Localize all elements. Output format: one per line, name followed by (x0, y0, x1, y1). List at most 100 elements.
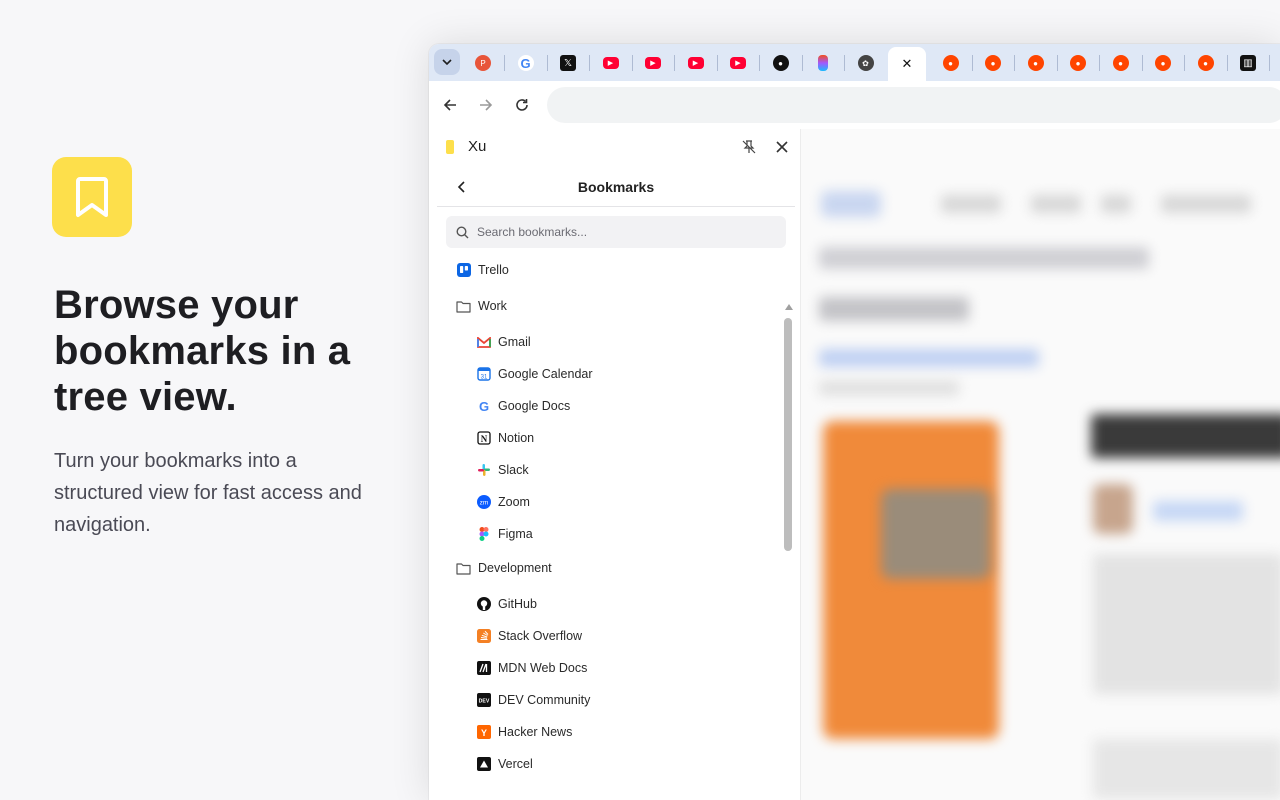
bookmark-label: Google Docs (498, 399, 571, 413)
x-icon: 𝕏 (560, 55, 576, 71)
tab-search-button[interactable] (434, 49, 460, 75)
bookmark-item[interactable]: DEV DEV Community (476, 688, 590, 712)
bookmark-label: GitHub (498, 597, 537, 611)
bookmark-label: Gmail (498, 335, 531, 349)
folder-item[interactable]: Development (456, 556, 552, 580)
browser-tab[interactable]: ● (1016, 48, 1056, 78)
github-icon: ● (772, 55, 789, 71)
bookmark-tree: Trello Work Gmail 31 Google Calendar G Google … (429, 255, 779, 800)
hackernews-icon: Y (476, 725, 491, 740)
bookmark-item[interactable]: MDN Web Docs (476, 656, 587, 680)
folder-item[interactable]: Work (456, 294, 507, 318)
browser-tab[interactable]: ▶ (718, 48, 758, 78)
extension-icon (446, 140, 454, 154)
google-icon: G (517, 55, 534, 71)
arrow-left-icon (443, 99, 456, 111)
gmail-icon (476, 335, 491, 350)
browser-tab[interactable]: 𝕏 (548, 48, 588, 78)
bookmarks-side-panel: Xu Bookmarks Trello Work Gmail 31 Google Cal… (429, 129, 801, 800)
reddit-icon: ● (985, 55, 1001, 71)
bookmark-label: Stack Overflow (498, 629, 583, 643)
trello-icon: ▥ (1240, 55, 1256, 71)
address-bar[interactable] (547, 87, 1280, 123)
bookmark-label: DEV Community (498, 693, 591, 707)
scroll-thumb[interactable] (784, 318, 792, 551)
bookmark-item[interactable]: Figma (476, 522, 533, 546)
reddit-icon: ● (1112, 55, 1129, 71)
reload-button[interactable] (510, 93, 534, 117)
browser-tab[interactable]: ▶ (633, 48, 673, 78)
vercel-icon (476, 757, 491, 772)
folder-icon (456, 561, 471, 576)
browser-tab[interactable]: ● (1186, 48, 1226, 78)
bookmark-item[interactable]: GitHub (476, 592, 537, 616)
figma-icon: ◆ (818, 55, 828, 71)
browser-tab[interactable]: ▶ (676, 48, 716, 78)
folder-icon (456, 299, 471, 314)
svg-text:31: 31 (480, 375, 487, 381)
side-panel-header: Xu (429, 129, 801, 167)
google-calendar-icon: 31 (476, 367, 491, 382)
bookmark-icon (52, 157, 132, 237)
browser-tab[interactable]: ● (1058, 48, 1098, 78)
bookmark-item[interactable]: Y Hacker News (476, 720, 572, 744)
openai-icon: ✿ (857, 55, 874, 71)
stackoverflow-icon (476, 629, 491, 644)
search-input[interactable] (477, 225, 767, 239)
bookmark-item[interactable]: Vercel (476, 752, 533, 776)
browser-tab[interactable]: G (506, 48, 546, 78)
producthunt-icon: P (475, 55, 491, 71)
svg-text:N: N (480, 434, 487, 444)
svg-text:Y: Y (480, 728, 486, 738)
bookmark-item[interactable]: Gmail (476, 330, 531, 354)
zoom-icon: zm (476, 495, 491, 510)
mdn-icon (476, 661, 491, 676)
forward-button[interactable] (474, 93, 498, 117)
browser-tab[interactable]: ▶ (591, 48, 631, 78)
youtube-icon: ▶ (687, 57, 704, 69)
promo-panel: Browse your bookmarks in a tree view. Tu… (0, 0, 410, 800)
bookmark-item[interactable]: Slack (476, 458, 529, 482)
browser-tab[interactable]: ● (1101, 48, 1141, 78)
browser-tab[interactable]: P (463, 48, 503, 78)
trello-icon (456, 263, 471, 278)
browser-window: P G 𝕏 ▶ ▶ ▶ ▶ ● ◆ ✿ ✕ ● ● ● ● ● ● ● ▥ Xu (429, 44, 1280, 800)
browser-tab[interactable]: ✿ (846, 48, 886, 78)
close-icon[interactable]: ✕ (899, 56, 915, 72)
browser-tab[interactable]: ● (761, 48, 801, 78)
arrow-right-icon (480, 99, 493, 111)
browser-tab[interactable]: ● (1143, 48, 1183, 78)
browser-tab[interactable]: ● (931, 48, 971, 78)
browser-tab[interactable]: ● (973, 48, 1013, 78)
tab-separator (1269, 55, 1270, 71)
bookmark-item[interactable]: Stack Overflow (476, 624, 582, 648)
bookmark-label: Notion (498, 431, 535, 445)
reddit-icon: ● (1155, 55, 1171, 71)
scrollbar[interactable] (782, 301, 794, 800)
svg-text:zm: zm (479, 500, 488, 507)
bookmark-label: Zoom (498, 495, 530, 509)
reddit-icon: ● (1027, 55, 1044, 71)
bookmark-label: Figma (498, 527, 533, 541)
bookmark-item[interactable]: 31 Google Calendar (476, 362, 593, 386)
back-button[interactable] (438, 93, 462, 117)
unpin-button[interactable] (741, 139, 757, 155)
browser-tab[interactable]: ◆ (803, 48, 843, 78)
slack-icon (476, 463, 491, 478)
bookmark-label: Google Calendar (498, 367, 593, 381)
bookmark-label: Slack (498, 463, 529, 477)
browser-tab[interactable]: ✕ (888, 47, 926, 81)
scroll-up-arrow[interactable] (785, 304, 793, 310)
close-panel-button[interactable] (774, 139, 790, 155)
google-icon: G (476, 399, 491, 414)
bookmark-item[interactable]: G Google Docs (476, 394, 570, 418)
toolbar (429, 81, 1280, 129)
blurred-webpage (801, 129, 1280, 800)
bookmark-item[interactable]: Trello (456, 258, 509, 282)
search-box[interactable] (446, 216, 786, 248)
browser-tab[interactable]: ▥ (1228, 48, 1268, 78)
github-icon (476, 597, 491, 612)
bookmark-item[interactable]: zm Zoom (476, 490, 530, 514)
close-icon (776, 141, 788, 153)
bookmark-item[interactable]: N Notion (476, 426, 534, 450)
